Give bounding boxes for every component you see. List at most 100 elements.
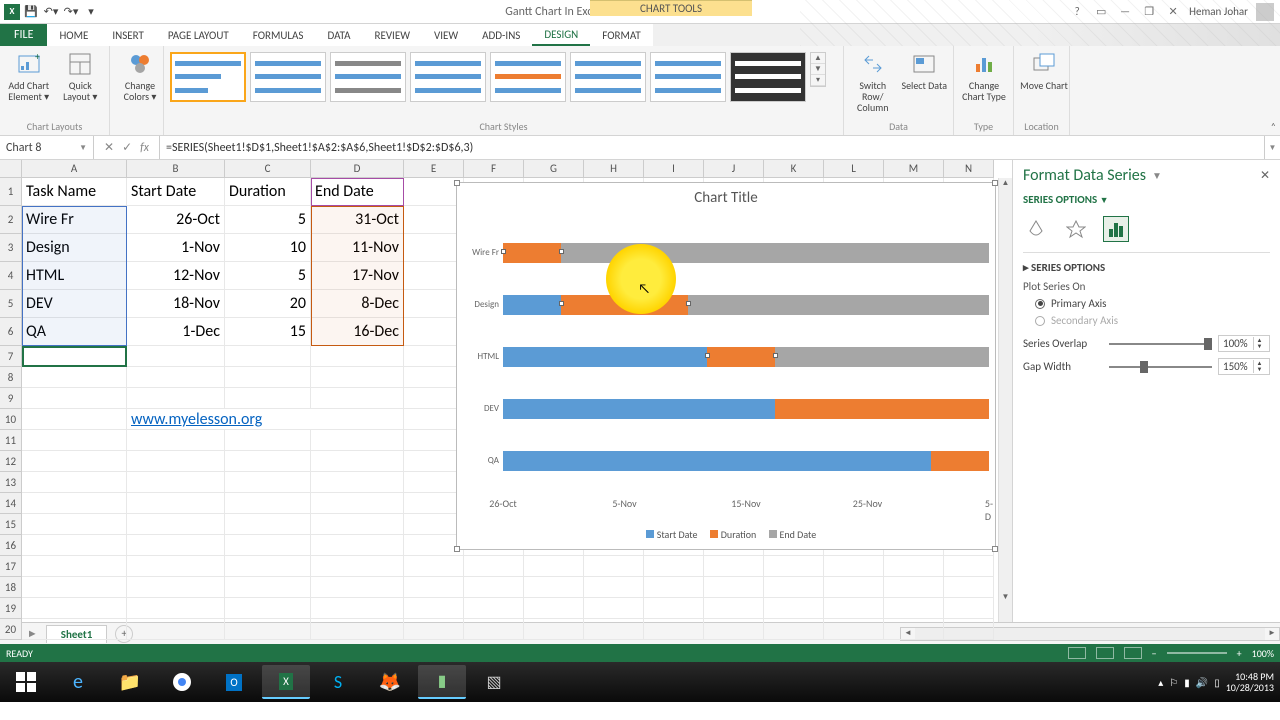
row-header[interactable]: 9	[0, 388, 22, 409]
taskbar-app2[interactable]: ▧	[470, 665, 518, 699]
cell[interactable]	[127, 514, 225, 535]
chart-style-3[interactable]	[330, 52, 406, 102]
cell[interactable]	[225, 472, 311, 493]
taskbar-ie[interactable]: e	[54, 665, 102, 699]
chart-title[interactable]: Chart Title	[457, 183, 995, 211]
cell[interactable]	[22, 430, 127, 451]
chart-handle[interactable]	[454, 546, 460, 552]
row-header[interactable]: 14	[0, 493, 22, 514]
chart-handle[interactable]	[454, 180, 460, 186]
cell[interactable]	[311, 388, 404, 409]
chart-bar[interactable]	[503, 295, 989, 315]
cell[interactable]	[404, 409, 464, 430]
cell[interactable]	[225, 556, 311, 577]
row-header[interactable]: 5	[0, 290, 22, 318]
cell[interactable]	[524, 598, 584, 619]
cell[interactable]	[404, 206, 464, 234]
tab-format[interactable]: FORMAT	[590, 24, 652, 46]
cell[interactable]	[22, 346, 127, 367]
cell[interactable]	[404, 262, 464, 290]
series-overlap-slider[interactable]	[1109, 343, 1212, 345]
enter-formula-icon[interactable]: ✓	[122, 140, 132, 155]
cell[interactable]	[944, 598, 994, 619]
col-header-A[interactable]: A	[22, 160, 127, 178]
row-header[interactable]: 20	[0, 619, 22, 640]
select-data-button[interactable]: Select Data	[900, 48, 950, 91]
tab-file[interactable]: FILE	[0, 24, 47, 46]
save-icon[interactable]: 💾	[22, 3, 40, 21]
cell[interactable]	[311, 514, 404, 535]
series-overlap-input[interactable]: 100%▲▼	[1218, 335, 1270, 352]
col-header-L[interactable]: L	[824, 160, 884, 178]
start-button[interactable]	[2, 665, 50, 699]
cell[interactable]	[22, 409, 127, 430]
tray-action-center-icon[interactable]: ⚐	[1169, 676, 1178, 689]
cell[interactable]	[884, 556, 944, 577]
cell[interactable]: 15	[225, 318, 311, 346]
cell[interactable]	[311, 619, 404, 640]
cell[interactable]	[22, 535, 127, 556]
cell[interactable]	[944, 556, 994, 577]
chart-style-7[interactable]	[650, 52, 726, 102]
cell[interactable]: 1-Dec	[127, 318, 225, 346]
taskbar-chrome[interactable]	[158, 665, 206, 699]
cell[interactable]	[127, 472, 225, 493]
cell[interactable]	[404, 451, 464, 472]
effects-icon[interactable]	[1063, 216, 1089, 242]
cell[interactable]	[764, 619, 824, 640]
chart-legend[interactable]: Start Date Duration End Date	[457, 528, 995, 541]
cell[interactable]: 1-Nov	[127, 234, 225, 262]
cell[interactable]	[127, 367, 225, 388]
cell[interactable]	[524, 577, 584, 598]
cell[interactable]	[127, 556, 225, 577]
cell[interactable]	[884, 577, 944, 598]
cell[interactable]	[404, 493, 464, 514]
cell[interactable]	[404, 430, 464, 451]
chart-style-6[interactable]	[570, 52, 646, 102]
tab-home[interactable]: HOME	[47, 24, 100, 46]
cell[interactable]	[22, 472, 127, 493]
taskbar-excel[interactable]: X	[262, 665, 310, 699]
fill-line-icon[interactable]	[1023, 216, 1049, 242]
col-header-D[interactable]: D	[311, 160, 404, 178]
cell[interactable]	[404, 514, 464, 535]
row-header[interactable]: 18	[0, 577, 22, 598]
chart-style-4[interactable]	[410, 52, 486, 102]
cell[interactable]	[584, 598, 644, 619]
cell[interactable]	[311, 493, 404, 514]
row-header[interactable]: 19	[0, 598, 22, 619]
col-header-J[interactable]: J	[704, 160, 764, 178]
tab-addins[interactable]: ADD-INS	[470, 24, 532, 46]
chart-bar[interactable]	[503, 451, 989, 471]
cell[interactable]	[464, 556, 524, 577]
cell[interactable]	[764, 577, 824, 598]
col-header-N[interactable]: N	[944, 160, 994, 178]
cell[interactable]	[404, 598, 464, 619]
cell[interactable]	[127, 388, 225, 409]
col-header-B[interactable]: B	[127, 160, 225, 178]
cell[interactable]	[884, 598, 944, 619]
cell[interactable]	[404, 346, 464, 367]
quick-layout-button[interactable]: Quick Layout ▾	[56, 48, 106, 102]
cell[interactable]	[22, 493, 127, 514]
gap-width-input[interactable]: 150%▲▼	[1218, 358, 1270, 375]
formula-input[interactable]: =SERIES(Sheet1!$D$1,Sheet1!$A$2:$A$6,She…	[160, 136, 1264, 159]
cell[interactable]	[225, 577, 311, 598]
cell[interactable]	[127, 598, 225, 619]
cell[interactable]: 5	[225, 206, 311, 234]
series-options-icon[interactable]	[1103, 216, 1129, 242]
redo-icon[interactable]: ↷▾	[62, 3, 80, 21]
col-header-F[interactable]: F	[464, 160, 524, 178]
tab-design[interactable]: DESIGN	[532, 24, 590, 46]
cell[interactable]	[464, 598, 524, 619]
cell[interactable]	[225, 346, 311, 367]
cell[interactable]	[22, 556, 127, 577]
normal-view-icon[interactable]	[1068, 647, 1086, 659]
tray-network-icon[interactable]: ▮	[1184, 676, 1190, 689]
tray-clock[interactable]: 10:48 PM10/28/2013	[1226, 671, 1274, 693]
cell[interactable]	[764, 556, 824, 577]
name-box[interactable]: Chart 8▼	[0, 136, 94, 159]
secondary-axis-radio[interactable]: Secondary Axis	[1035, 312, 1270, 329]
cell[interactable]	[22, 598, 127, 619]
col-header-K[interactable]: K	[764, 160, 824, 178]
